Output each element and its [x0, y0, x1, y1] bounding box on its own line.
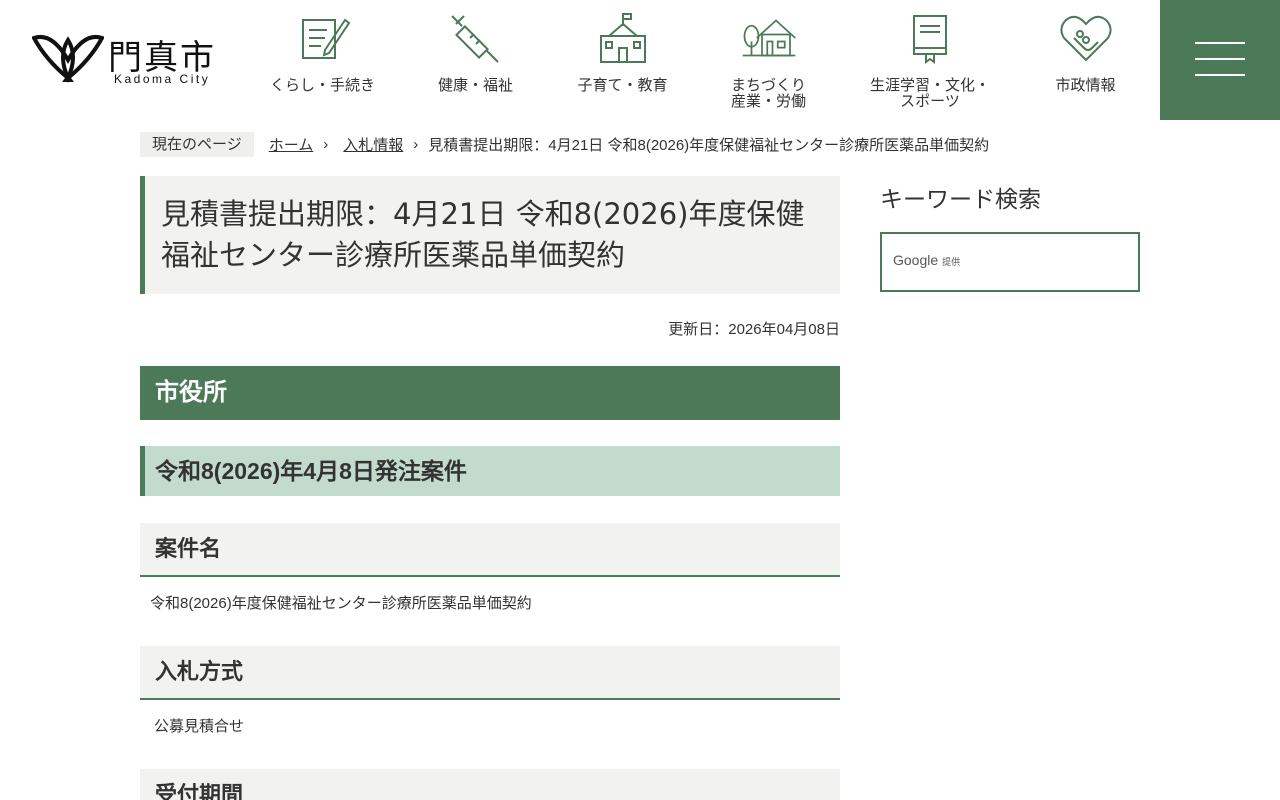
- subsection-heading-order-date: 令和8(2026)年4月8日発注案件: [140, 446, 840, 496]
- section-heading-city-hall: 市役所: [140, 366, 840, 420]
- text-project-name: 令和8(2026)年度保健福祉センター診療所医薬品単価契約: [150, 595, 532, 612]
- heart-handshake-icon: [1059, 15, 1112, 62]
- breadcrumb-home-link[interactable]: ホーム: [269, 134, 314, 155]
- kadoma-emblem-icon: [32, 35, 104, 83]
- heading-project-name: 案件名: [140, 523, 840, 577]
- hamburger-menu-button[interactable]: [1160, 0, 1280, 120]
- breadcrumb-separator-icon: ›: [413, 135, 419, 153]
- breadcrumb-current-page: 見積書提出期限：4月21日 令和8(2026)年度保健福祉センター診療所医薬品単…: [428, 136, 990, 154]
- updated-date: 更新日：2026年04月08日: [668, 321, 840, 338]
- nav-label: 市政情報: [1055, 76, 1116, 94]
- syringe-icon: [450, 15, 499, 63]
- form-pen-icon: [301, 18, 350, 59]
- hamburger-line: [1195, 58, 1245, 60]
- logo-text-en: Kadoma City: [114, 72, 211, 86]
- text-bid-method: 公募見積合せ: [154, 718, 245, 735]
- provided-label: 提供: [942, 257, 961, 267]
- nav-item-living[interactable]: くらし・手続き: [260, 0, 385, 120]
- nav-item-health[interactable]: 健康・福祉: [413, 0, 538, 120]
- nav-label: 健康・福祉: [437, 76, 513, 94]
- nav-label: 生涯学習・文化・ スポーツ: [869, 76, 990, 110]
- nav-item-childcare[interactable]: 子育て・教育: [560, 0, 685, 120]
- school-icon: [599, 13, 646, 63]
- nav-item-town[interactable]: まちづくり 産業・労働: [706, 0, 831, 120]
- breadcrumb-current-label: 現在のページ: [140, 131, 254, 157]
- nav-item-culture[interactable]: 生涯学習・文化・ スポーツ: [860, 0, 1000, 120]
- site-logo[interactable]: 門真市 Kadoma City: [32, 30, 232, 88]
- breadcrumb-bid-info-link[interactable]: 入札情報: [343, 134, 403, 155]
- page-title: 見積書提出期限：4月21日 令和8(2026)年度保健福祉センター診療所医薬品単…: [140, 176, 840, 294]
- breadcrumb: 現在のページ ホーム › 入札情報 › 見積書提出期限：4月21日 令和8(20…: [140, 131, 989, 157]
- house-tree-icon: [742, 19, 796, 57]
- nav-label: 子育て・教育: [577, 76, 668, 94]
- nav-label: くらし・手続き: [269, 76, 375, 94]
- site-header: 門真市 Kadoma City くらし・手続き 健康・福祉 子育て・教育 まちづ…: [0, 0, 1280, 120]
- keyword-search-input[interactable]: Google 提供: [880, 232, 1140, 292]
- google-branding: Google 提供: [893, 252, 960, 268]
- nav-label: まちづくり 産業・労働: [730, 76, 806, 110]
- sidebar: キーワード検索 Google 提供: [880, 180, 1140, 292]
- hamburger-line: [1195, 74, 1245, 76]
- breadcrumb-separator-icon: ›: [323, 135, 329, 153]
- nav-item-cityinfo[interactable]: 市政情報: [1023, 0, 1148, 120]
- hamburger-menu-icon: [1195, 42, 1245, 44]
- heading-reception-period: 受付期間: [140, 769, 840, 800]
- heading-bid-method: 入札方式: [140, 646, 840, 700]
- main-content: 見積書提出期限：4月21日 令和8(2026)年度保健福祉センター診療所医薬品単…: [140, 176, 840, 800]
- google-label: Google: [893, 252, 939, 268]
- keyword-search-title: キーワード検索: [880, 187, 1041, 213]
- book-icon: [913, 15, 947, 64]
